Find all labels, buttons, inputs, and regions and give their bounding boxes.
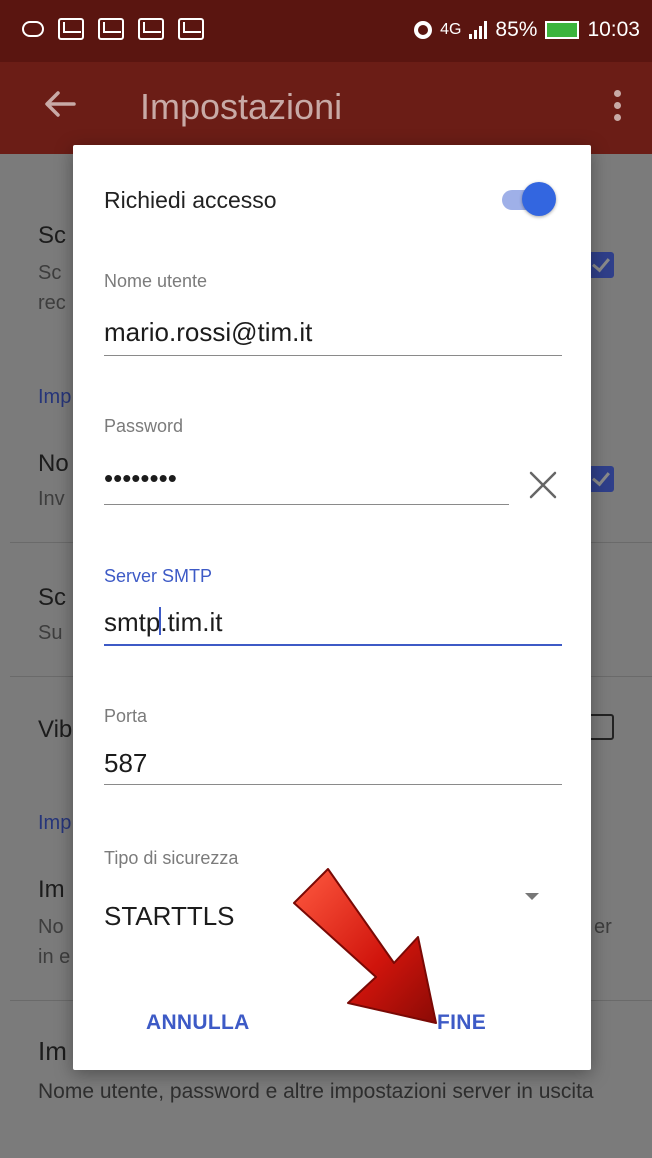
checkbox-unchecked <box>588 714 614 740</box>
section-header: Imp <box>38 812 72 834</box>
back-arrow-icon[interactable] <box>40 84 80 124</box>
battery-charging-icon <box>545 21 580 39</box>
setting-subtitle: Sc <box>38 262 62 284</box>
username-field[interactable]: mario.rossi@tim.it <box>104 317 312 348</box>
security-type-select[interactable]: STARTTLS <box>104 901 235 932</box>
cancel-button[interactable]: ANNULLA <box>146 1011 250 1035</box>
gmail-icon <box>98 18 124 40</box>
checkbox-checked <box>588 252 614 278</box>
status-bar: 4G 85% 10:03 <box>0 0 652 62</box>
username-label: Nome utente <box>104 271 208 291</box>
network-type: 4G <box>440 21 462 38</box>
setting-subtitle: in e <box>38 946 71 968</box>
setting-subtitle-fragment: er <box>594 916 612 938</box>
toggle-thumb <box>522 182 556 216</box>
security-type-label: Tipo di sicurezza <box>104 848 239 868</box>
smtp-server-label: Server SMTP <box>104 566 213 586</box>
battery-percent: 85% <box>495 18 538 41</box>
setting-title: No <box>38 450 69 477</box>
setting-subtitle: No <box>38 916 64 938</box>
setting-title: Vib <box>38 716 73 743</box>
require-auth-toggle[interactable] <box>498 182 558 216</box>
port-field[interactable]: 587 <box>104 748 147 779</box>
setting-subtitle: rec <box>38 292 66 314</box>
setting-subtitle: Su <box>38 622 63 644</box>
smtp-server-underline <box>104 644 562 646</box>
dropdown-arrow-icon[interactable] <box>525 893 539 900</box>
clear-password-icon[interactable] <box>525 467 561 503</box>
smtp-value-part: .tim.it <box>160 607 223 637</box>
signal-icon <box>469 21 488 39</box>
clock: 10:03 <box>587 18 640 41</box>
sync-icon <box>414 21 433 39</box>
section-header: Imp <box>38 386 72 408</box>
port-underline <box>104 784 562 785</box>
message-icon <box>22 21 44 37</box>
page-title: Impostazioni <box>140 86 343 127</box>
checkbox-checked <box>588 466 614 492</box>
red-arrow-icon <box>293 868 437 1024</box>
require-auth-label: Richiedi accesso <box>104 187 277 213</box>
smtp-server-field[interactable]: smtp.tim.it <box>104 607 222 638</box>
gmail-icon <box>178 18 204 40</box>
setting-title: Im <box>38 876 65 903</box>
more-options-icon[interactable] <box>614 90 622 124</box>
smtp-value-part: smtp <box>104 607 161 637</box>
username-underline <box>104 355 562 356</box>
setting-title: Sc <box>38 584 67 611</box>
app-bar: Impostazioni <box>0 62 652 154</box>
setting-title: Im <box>38 1036 67 1066</box>
password-label: Password <box>104 416 184 436</box>
password-underline <box>104 504 509 505</box>
password-field[interactable]: •••••••• <box>104 463 504 494</box>
notification-icons <box>22 18 204 40</box>
port-label: Porta <box>104 706 148 726</box>
gmail-icon <box>58 18 84 40</box>
setting-title: Sc <box>38 222 67 249</box>
gmail-icon <box>138 18 164 40</box>
setting-subtitle: Nome utente, password e altre impostazio… <box>38 1080 594 1103</box>
system-icons: 4G 85% 10:03 <box>414 18 640 42</box>
setting-subtitle: Inv <box>38 488 65 510</box>
